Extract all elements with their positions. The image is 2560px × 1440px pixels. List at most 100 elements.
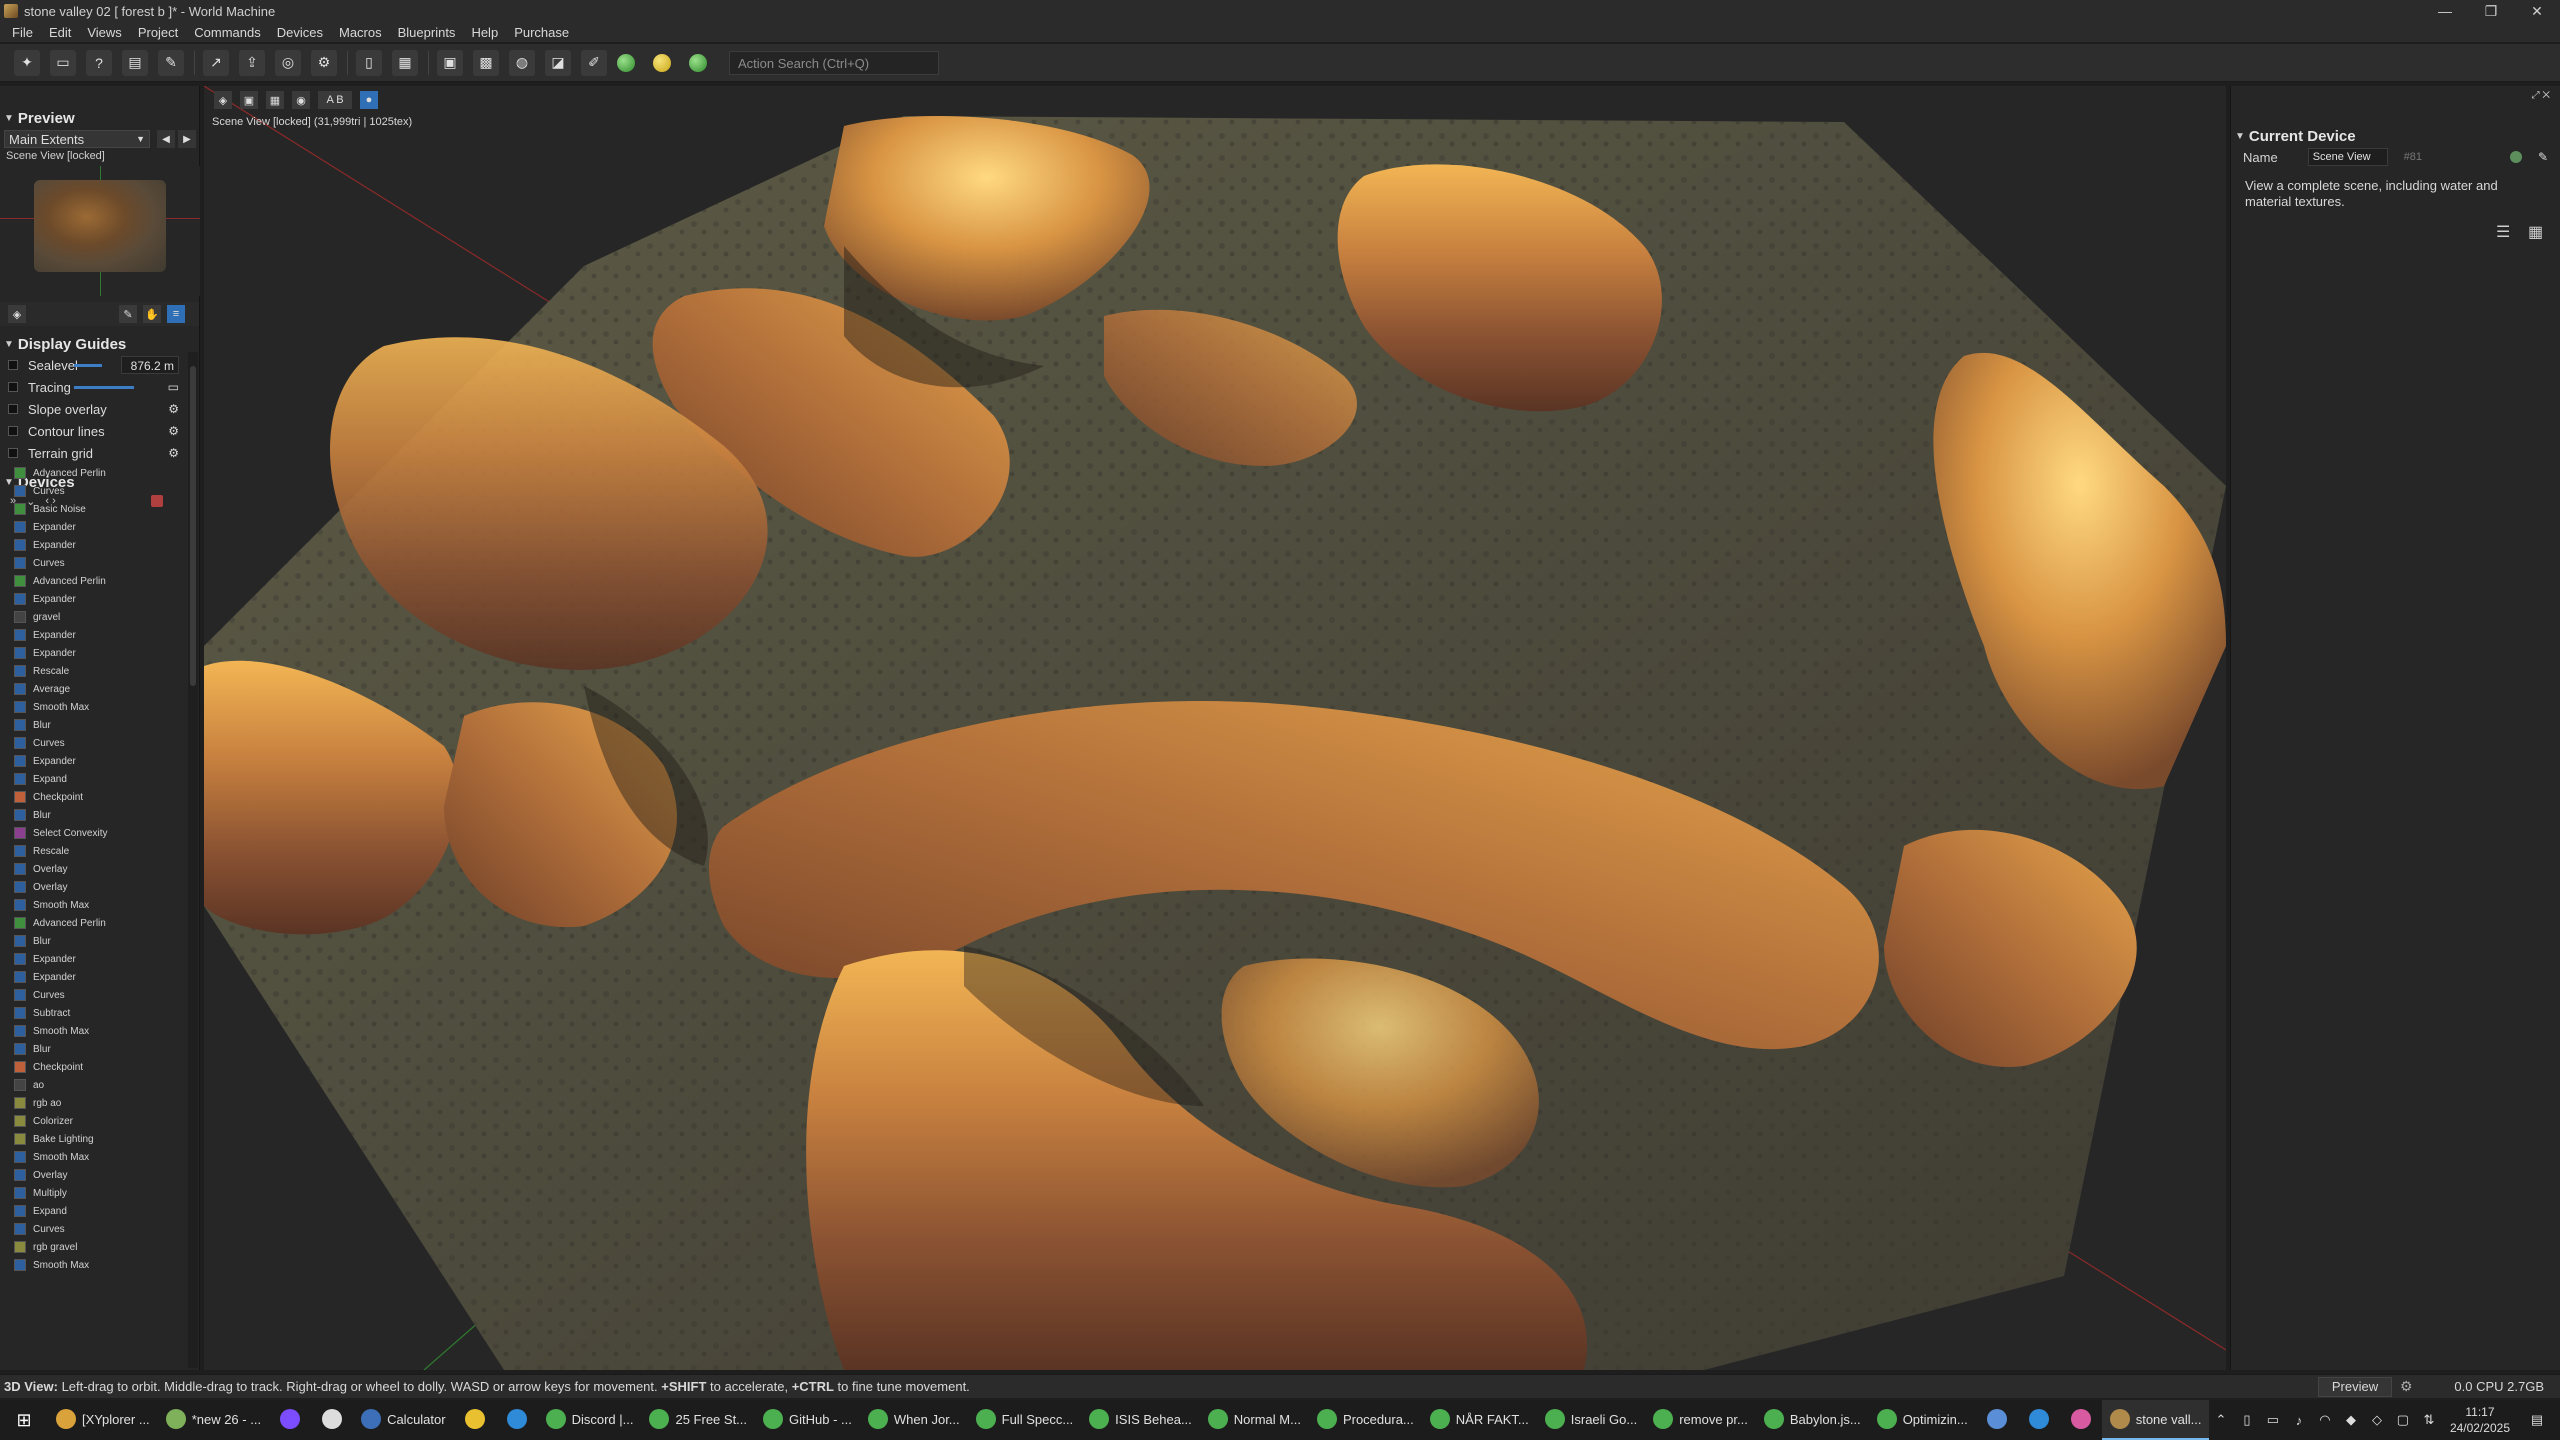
device-list-item[interactable]: Curves (14, 986, 180, 1004)
view-mode-icon[interactable]: ◈ (214, 91, 232, 109)
device-list-item[interactable]: Basic Noise (14, 500, 180, 518)
scrollbar-thumb[interactable] (190, 366, 196, 686)
taskbar-item[interactable] (2018, 1400, 2060, 1440)
device-list-item[interactable]: Advanced Perlin (14, 914, 180, 932)
preview-thumbnail[interactable] (0, 166, 200, 296)
windows-start-icon[interactable]: ⊞ (0, 1400, 48, 1440)
taskbar-item[interactable]: Procedura... (1309, 1400, 1422, 1440)
tracing-checkbox[interactable] (8, 382, 18, 392)
action-search-input[interactable]: Action Search (Ctrl+Q) (729, 50, 939, 75)
device-list-item[interactable]: gravel (14, 608, 180, 626)
taskbar-item[interactable]: NÅR FAKT... (1422, 1400, 1537, 1440)
menu-purchase[interactable]: Purchase (506, 25, 577, 40)
minimize-button[interactable]: — (2422, 0, 2468, 22)
sealevel-value-field[interactable]: 876.2 m (121, 356, 179, 374)
device-list-item[interactable]: rgb gravel (14, 1238, 180, 1256)
device-list-item[interactable]: Overlay (14, 1166, 180, 1184)
render-icon[interactable]: ◪ (545, 49, 571, 76)
edit-pen-icon[interactable]: ✎ (2538, 150, 2548, 164)
device-name-input[interactable]: Scene View (2307, 148, 2388, 166)
device-list-item[interactable]: Subtract (14, 1004, 180, 1022)
layout-panels-icon[interactable]: ▯ (356, 49, 382, 76)
taskbar-item[interactable]: Discord |... (538, 1400, 642, 1440)
taskbar-item[interactable]: Optimizin... (1869, 1400, 1976, 1440)
taskbar-item[interactable] (454, 1400, 496, 1440)
wifi-icon[interactable]: ◠ (2312, 1412, 2338, 1428)
device-list-item[interactable]: Expander (14, 536, 180, 554)
taskbar-item[interactable]: When Jor... (860, 1400, 968, 1440)
sealevel-slider[interactable] (74, 363, 102, 367)
device-list-item[interactable]: Blur (14, 1040, 180, 1058)
globe-icon[interactable]: ◍ (509, 49, 535, 76)
device-list-item[interactable]: Smooth Max (14, 896, 180, 914)
chevron-up-icon[interactable]: ⌃ (2208, 1412, 2234, 1428)
scene-viewport[interactable]: ◈ ▣ ▦ ◉ A B ● Scene View [locked] (31,99… (204, 86, 2226, 1370)
device-list-item[interactable]: Rescale (14, 842, 180, 860)
device-list-item[interactable]: Expand (14, 1202, 180, 1220)
device-list-item[interactable]: Smooth Max (14, 1148, 180, 1166)
gear-icon[interactable]: ⚙ (168, 402, 179, 416)
device-list-item[interactable]: Expander (14, 752, 180, 770)
close-button[interactable]: ✕ (2514, 0, 2560, 22)
device-list-item[interactable]: Rescale (14, 662, 180, 680)
device-list-item[interactable]: Average (14, 680, 180, 698)
taskbar-item[interactable]: Normal M... (1200, 1400, 1309, 1440)
device-list-item[interactable]: Blur (14, 716, 180, 734)
taskbar-item[interactable]: Babylon.js... (1756, 1400, 1869, 1440)
menu-edit[interactable]: Edit (41, 25, 79, 40)
device-list-item[interactable]: Checkpoint (14, 788, 180, 806)
menu-project[interactable]: Project (130, 25, 186, 40)
layout-grid-icon[interactable]: ▦ (392, 49, 418, 76)
left-panel-scrollbar[interactable] (188, 352, 198, 1368)
battery-icon[interactable]: ▭ (2260, 1412, 2286, 1428)
graph-icon[interactable]: ↗ (203, 49, 229, 76)
taskbar-item[interactable]: Full Specc... (968, 1400, 1082, 1440)
gear-icon[interactable]: ⚙ (2400, 1378, 2413, 1395)
previous-extent-button[interactable]: ◀ (157, 130, 175, 148)
device-list-item[interactable]: Select Convexity (14, 824, 180, 842)
hand-tool-icon[interactable]: ✋ (143, 305, 161, 323)
menu-macros[interactable]: Macros (331, 25, 390, 40)
build-status-green-icon[interactable] (617, 53, 635, 72)
device-list-item[interactable]: Advanced Perlin (14, 464, 180, 482)
speaker-icon[interactable]: ♪ (2286, 1413, 2312, 1428)
build-status-yellow-icon[interactable] (653, 53, 671, 72)
device-list-item[interactable]: ao (14, 1076, 180, 1094)
taskbar-item[interactable] (311, 1400, 353, 1440)
maximize-button[interactable]: ❐ (2468, 0, 2514, 22)
device-list-item[interactable]: Overlay (14, 860, 180, 878)
current-device-header[interactable]: ▼ Current Device (2231, 126, 2560, 146)
terrain-grid-checkbox[interactable] (8, 448, 18, 458)
taskbar-item[interactable]: *new 26 - ... (158, 1400, 269, 1440)
menu-help[interactable]: Help (463, 25, 506, 40)
device-list-item[interactable]: Checkpoint (14, 1058, 180, 1076)
export-icon[interactable]: ⇪ (239, 49, 265, 76)
device-list-item[interactable]: Bake Lighting (14, 1130, 180, 1148)
device-list-item[interactable]: rgb ao (14, 1094, 180, 1112)
device-list-item[interactable]: Curves (14, 554, 180, 572)
grid-icon[interactable]: ▦ (2528, 222, 2548, 242)
taskbar-item[interactable]: ISIS Behea... (1081, 1400, 1200, 1440)
notifications-icon[interactable]: ▤ (2524, 1412, 2550, 1428)
device-list-item[interactable]: Smooth Max (14, 698, 180, 716)
preview-extent-select[interactable]: Main Extents ▼ (4, 130, 150, 148)
build-tool-icon[interactable]: ✎ (158, 49, 184, 76)
settings-icon[interactable]: ⚙ (311, 49, 337, 76)
terrain-render[interactable] (204, 86, 2226, 1370)
device-list-item[interactable]: Blur (14, 806, 180, 824)
list-view-icon[interactable]: ≡ (167, 305, 185, 323)
camera-icon[interactable]: ▣ (240, 91, 258, 109)
menu-devices[interactable]: Devices (269, 25, 331, 40)
contour-lines-checkbox[interactable] (8, 426, 18, 436)
gear-icon[interactable]: ⚙ (168, 424, 179, 438)
taskbar-item[interactable] (2060, 1400, 2102, 1440)
device-list-item[interactable]: Expander (14, 590, 180, 608)
preview-mode-icon[interactable]: ◈ (8, 305, 26, 323)
app-tray-icon[interactable]: ◇ (2364, 1412, 2390, 1428)
tracing-slider[interactable] (74, 385, 134, 389)
eye-icon[interactable]: ◉ (292, 91, 310, 109)
taskbar-item[interactable]: 25 Free St... (641, 1400, 755, 1440)
slope-overlay-checkbox[interactable] (8, 404, 18, 414)
device-list-item[interactable]: Expander (14, 968, 180, 986)
menu-file[interactable]: File (4, 25, 41, 40)
